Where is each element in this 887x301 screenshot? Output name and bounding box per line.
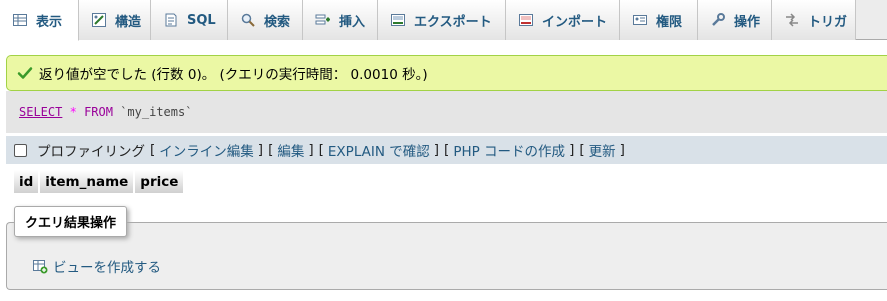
create-view-link[interactable]: ビューを作成する bbox=[32, 256, 161, 276]
tab-label: 権限 bbox=[656, 14, 683, 30]
check-icon bbox=[17, 65, 33, 81]
tab-export[interactable]: エクスポート bbox=[378, 0, 506, 40]
sql-table-name: `my_items` bbox=[120, 105, 193, 119]
tab-insert[interactable]: 挿入 bbox=[303, 0, 378, 40]
bracket-close: ] bbox=[308, 142, 314, 158]
refresh-link[interactable]: 更新 bbox=[589, 140, 616, 160]
tab-label: 表示 bbox=[36, 14, 63, 30]
column-header-item-name[interactable]: item_name bbox=[40, 170, 136, 193]
create-view-icon bbox=[32, 258, 48, 274]
create-php-code-link[interactable]: PHP コードの作成 bbox=[453, 140, 565, 160]
tab-label: エクスポート bbox=[414, 14, 492, 30]
triggers-icon bbox=[784, 12, 800, 28]
edit-link[interactable]: 編集 bbox=[277, 140, 304, 160]
browse-icon bbox=[12, 12, 28, 28]
tab-search[interactable]: 検索 bbox=[228, 0, 303, 40]
bracket-close: ] bbox=[619, 142, 625, 158]
create-view-label: ビューを作成する bbox=[53, 260, 161, 276]
inline-edit-link[interactable]: インライン編集 bbox=[159, 140, 254, 160]
success-message-text: 返り値が空でした (行数 0)。 (クエリの実行時間： 0.0010 秒。) bbox=[39, 67, 428, 83]
bracket-close: ] bbox=[433, 142, 440, 158]
sql-keyword-from: FROM bbox=[84, 105, 113, 119]
success-message: 返り値が空でした (行数 0)。 (クエリの実行時間： 0.0010 秒。) bbox=[6, 55, 887, 91]
sql-icon bbox=[163, 12, 179, 28]
tab-label: 構造 bbox=[115, 14, 142, 30]
tab-label: トリガ bbox=[808, 14, 848, 30]
column-header-price[interactable]: price bbox=[135, 170, 186, 193]
bracket-close: ] bbox=[257, 142, 264, 158]
profiling-checkbox[interactable] bbox=[14, 143, 27, 157]
tab-label: 操作 bbox=[734, 14, 761, 30]
query-results-operations-legend: クエリ結果操作 bbox=[14, 206, 128, 237]
search-icon bbox=[240, 12, 256, 28]
sql-query-box: SELECT * FROM `my_items` bbox=[6, 91, 887, 133]
bracket-open: [ bbox=[318, 142, 324, 158]
tab-triggers[interactable]: トリガ bbox=[772, 0, 856, 40]
insert-icon bbox=[315, 12, 331, 28]
tab-privileges[interactable]: 権限 bbox=[620, 0, 698, 40]
bracket-open: [ bbox=[268, 142, 274, 158]
profiling-bar: プロファイリング [ インライン編集 ] [ 編集 ] [ EXPLAIN で確… bbox=[6, 136, 887, 164]
sql-keyword-select[interactable]: SELECT bbox=[19, 105, 62, 119]
bracket-open: [ bbox=[579, 142, 585, 158]
sql-star: * bbox=[69, 105, 77, 119]
tab-sql[interactable]: SQL bbox=[151, 0, 228, 40]
tab-label: 検索 bbox=[264, 14, 291, 30]
tab-bar: 表示 構造 SQL 検索 挿入 エクスポート インポート 権限 操作 トリガ bbox=[0, 0, 887, 41]
import-icon bbox=[518, 12, 534, 28]
explain-link[interactable]: EXPLAIN で確認 bbox=[328, 140, 430, 160]
wrench-icon bbox=[710, 12, 726, 28]
profiling-label: プロファイリング bbox=[37, 144, 145, 160]
bracket-open: [ bbox=[444, 142, 450, 158]
result-table-header: id item_name price bbox=[14, 170, 186, 193]
structure-icon bbox=[91, 12, 107, 28]
tab-browse[interactable]: 表示 bbox=[0, 0, 79, 41]
column-header-id[interactable]: id bbox=[14, 170, 41, 193]
tab-bar-filler bbox=[856, 0, 887, 39]
tab-label: SQL bbox=[187, 12, 216, 28]
privileges-icon bbox=[632, 12, 648, 28]
bracket-open: [ bbox=[150, 142, 156, 158]
tab-import[interactable]: インポート bbox=[506, 0, 620, 40]
tab-operations[interactable]: 操作 bbox=[698, 0, 772, 40]
tab-label: インポート bbox=[542, 14, 608, 30]
bracket-close: ] bbox=[569, 142, 575, 158]
export-icon bbox=[390, 12, 406, 28]
tab-structure[interactable]: 構造 bbox=[79, 0, 151, 40]
tab-label: 挿入 bbox=[339, 14, 366, 30]
